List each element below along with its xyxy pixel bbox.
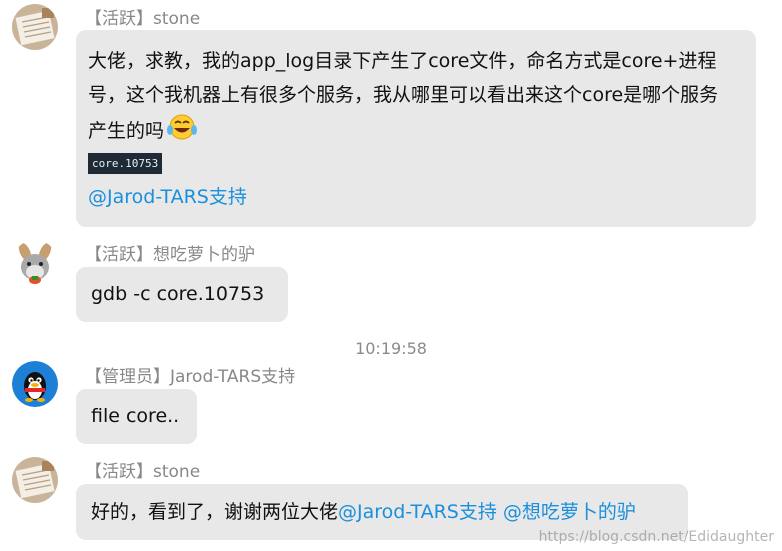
code-snippet-wrap: core.10753 [88, 150, 744, 180]
message-text-line-wrap: 产生的吗 [88, 112, 744, 146]
mention-link[interactable]: @Jarod-TARS支持 @想吃萝卜的驴 [338, 501, 636, 523]
user-avatar[interactable] [12, 361, 58, 407]
user-avatar[interactable] [12, 4, 58, 50]
sender-name[interactable]: 【活跃】stone [85, 461, 200, 483]
timestamp: 10:19:58 [355, 339, 427, 358]
message-text: gdb -c core.10753 [91, 283, 265, 305]
message-bubble[interactable]: gdb -c core.10753 [76, 267, 288, 322]
sender-name[interactable]: 【活跃】想吃萝卜的驴 [85, 244, 255, 266]
message-text-line: 产生的吗 [88, 120, 165, 142]
sender-name[interactable]: 【活跃】stone [85, 8, 200, 30]
notebook-avatar-icon [12, 4, 58, 50]
code-snippet[interactable]: core.10753 [88, 153, 163, 174]
sender-name[interactable]: 【管理员】Jarod-TARS支持 [85, 366, 295, 388]
message-text-wrap: 好的，看到了，谢谢两位大佬@Jarod-TARS支持 @想吃萝卜的驴 [91, 495, 673, 529]
message-text: 好的，看到了，谢谢两位大佬 [91, 501, 339, 523]
donkey-avatar-icon [12, 240, 58, 286]
notebook-avatar-icon [12, 457, 58, 503]
watermark: https://blog.csdn.net/Edidaughter [538, 529, 774, 545]
laugh-cry-emoji-icon [166, 112, 198, 151]
qq-penguin-avatar-icon [12, 361, 58, 407]
message-text: file core.. [91, 405, 180, 427]
mention-link[interactable]: @Jarod-TARS支持 [88, 180, 744, 214]
message-bubble[interactable]: file core.. [76, 389, 197, 444]
message-text-line: 号，这个我机器上有很多个服务，我从哪里可以看出来这个core是哪个服务 [88, 84, 719, 106]
user-avatar[interactable] [12, 457, 58, 503]
message-bubble[interactable]: 大佬，求教，我的app_log目录下产生了core文件，命名方式是core+进程… [76, 30, 756, 227]
message-text-line: 大佬，求教，我的app_log目录下产生了core文件，命名方式是core+进程 [88, 50, 717, 72]
user-avatar[interactable] [12, 240, 58, 286]
